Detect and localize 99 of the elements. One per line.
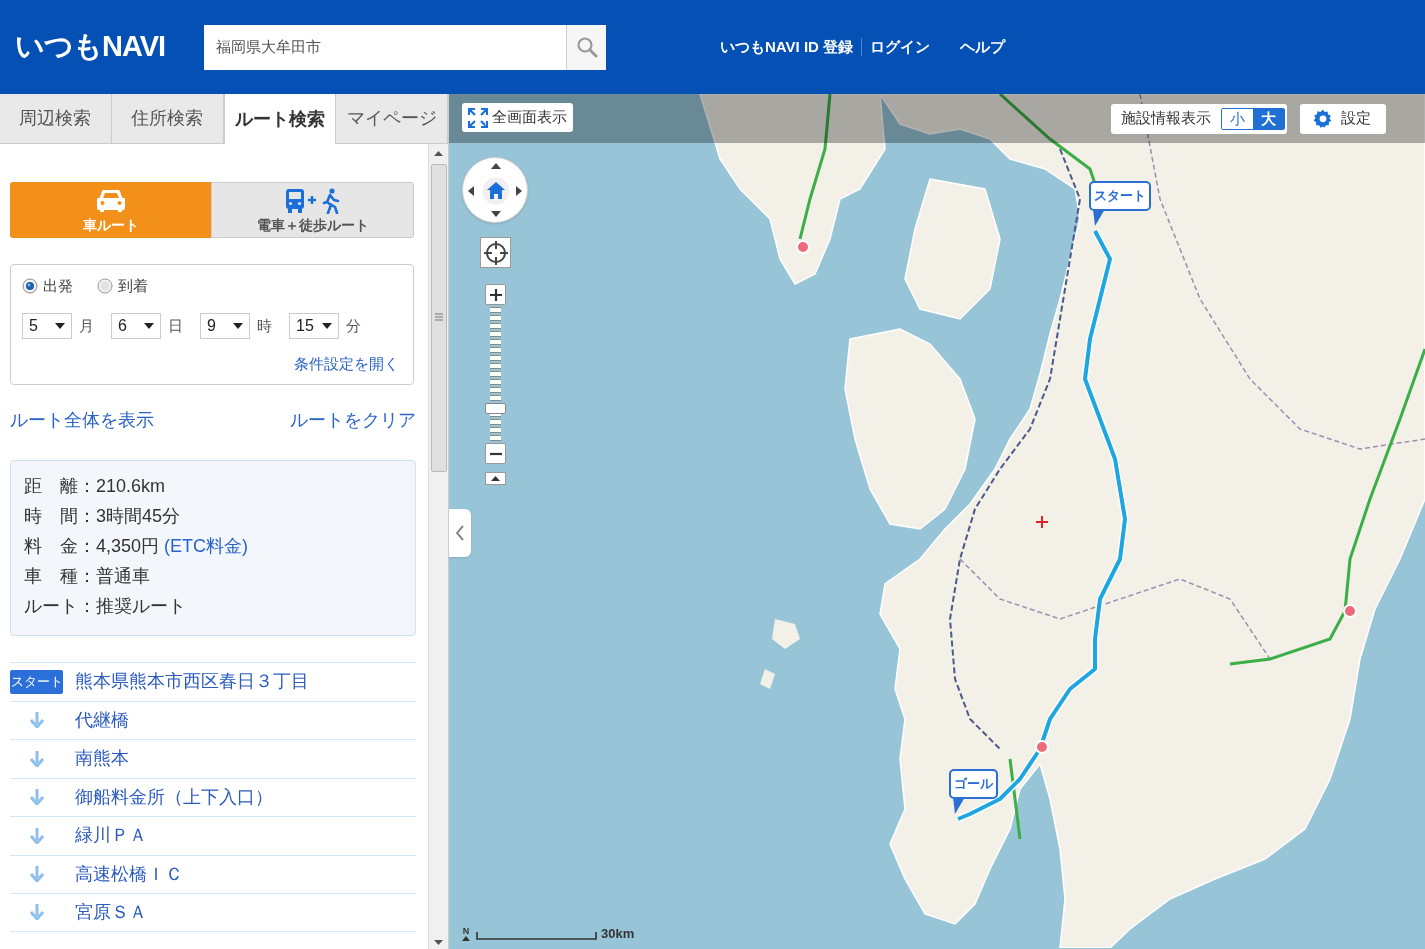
summary-label: 時 間： (24, 504, 96, 528)
settings-icon (1313, 108, 1333, 129)
chevron-left-icon (456, 525, 464, 541)
slider-thumb[interactable] (485, 403, 506, 415)
city-marker-icon (796, 240, 810, 254)
down-arrow-icon (29, 866, 44, 883)
fee-note: (ETC料金) (164, 534, 249, 558)
size-toggle[interactable]: 大 (1253, 108, 1284, 129)
bus-and-walker-icon (285, 187, 340, 214)
start-marker: スタート (1089, 181, 1151, 211)
route-point-link[interactable]: 緑川ＰＡ (75, 822, 147, 850)
summary-value: 210.6km (96, 474, 166, 498)
start-badge: スタート (10, 669, 63, 694)
caret-icon (55, 323, 65, 329)
down-arrow-icon[interactable] (491, 211, 501, 217)
route-point-link[interactable]: 高速松橋ＩＣ (75, 860, 183, 888)
unit-label: 時 (257, 315, 272, 336)
radio-label[interactable]: 到着 (118, 274, 148, 298)
north-label: N (462, 927, 470, 936)
down-arrow-icon (29, 827, 44, 844)
header-link[interactable]: ヘルプ (960, 38, 1006, 56)
facility-label: 施設情報表示 (1121, 108, 1211, 129)
route-point-link[interactable]: 南熊本 (75, 745, 129, 773)
route-point-link[interactable]: 御船料金所（上下入口） (75, 783, 273, 811)
home-icon[interactable] (482, 177, 510, 205)
marker-pointer-icon (1093, 209, 1105, 226)
tab[interactable]: 周辺検索 (0, 94, 112, 143)
select-field[interactable]: 9 (200, 313, 250, 339)
summary-label: 車 種： (24, 564, 96, 588)
route-point-link[interactable]: 代継橋 (75, 706, 129, 734)
tab[interactable]: 住所検索 (111, 94, 224, 143)
city-marker-icon (1343, 604, 1357, 618)
car-icon (96, 187, 125, 214)
route-action-link[interactable]: ルートをクリア (290, 409, 416, 431)
unit-label: 分 (346, 315, 361, 336)
up-triangle-icon (491, 476, 500, 481)
plus-icon (1036, 516, 1048, 528)
fullscreen-button[interactable]: 全画面表示 (462, 103, 573, 132)
marker-pointer-icon (953, 797, 965, 814)
route-action-link[interactable]: ルート全体を表示 (10, 409, 154, 431)
island-drawing (772, 619, 800, 649)
crosshair-icon (483, 240, 508, 265)
down-arrow-icon (29, 750, 44, 767)
city-marker-icon (1035, 740, 1049, 754)
map-view[interactable]: 全画面表示 施設情報表示 小 大 設定 スタート ゴール N 30km (449, 94, 1425, 949)
locate-button[interactable] (480, 237, 511, 268)
search-field[interactable]: 福岡県大牟田市 (204, 24, 566, 70)
logo[interactable]: いつもNAVI (15, 29, 166, 62)
scroll-down-icon[interactable] (434, 939, 443, 945)
unit-label: 日 (168, 315, 183, 336)
radio-button[interactable] (97, 278, 113, 294)
unit-label: 月 (79, 315, 94, 336)
summary-value: 4,350円 (96, 534, 160, 558)
scrollbar-thumb[interactable] (430, 164, 447, 472)
collapse-panel-tab[interactable] (449, 509, 471, 557)
route-mode-tab[interactable]: 電車＋徒歩ルート (211, 182, 414, 238)
scrollbar[interactable] (428, 144, 448, 949)
north-arrow-icon (462, 936, 470, 941)
grip-icon (434, 313, 443, 321)
select-field[interactable]: 15 (289, 313, 339, 339)
island-drawing (760, 669, 775, 689)
summary-value: 推奨ルート (96, 594, 186, 618)
open-conditions-link[interactable]: 条件設定を開く (294, 353, 399, 376)
radio-button[interactable] (22, 278, 38, 294)
up-arrow-icon[interactable] (491, 163, 501, 169)
caret-icon (233, 323, 243, 329)
tab[interactable]: ルート検索 (223, 94, 337, 144)
goal-marker: ゴール (949, 769, 998, 799)
left-arrow-icon[interactable] (468, 186, 474, 196)
scale-label: 30km (601, 927, 635, 941)
select-field[interactable]: 5 (22, 313, 72, 339)
right-arrow-icon[interactable] (516, 186, 522, 196)
header-link[interactable]: ログイン (862, 38, 931, 56)
zoom-in-button[interactable] (485, 284, 506, 305)
header-link[interactable]: いつもNAVI ID 登録 (720, 38, 863, 56)
caret-icon (144, 323, 154, 329)
select-field[interactable]: 6 (111, 313, 161, 339)
zoom-out-button[interactable] (485, 443, 506, 464)
route-point-link[interactable]: 熊本県熊本市西区春日３丁目 (75, 668, 309, 696)
summary-value: 3時間45分 (96, 504, 181, 528)
summary-label: 料 金： (24, 534, 96, 558)
down-arrow-icon (29, 789, 44, 806)
summary-label: 距 離： (24, 474, 96, 498)
scroll-up-icon[interactable] (434, 150, 443, 156)
summary-value: 普通車 (96, 564, 150, 588)
collapse-zoom-button[interactable] (485, 472, 506, 485)
caret-icon (322, 323, 332, 329)
plus-icon (489, 288, 502, 301)
route-point-link[interactable]: 宮原ＳＡ (75, 898, 147, 926)
tab[interactable]: マイページ (336, 94, 448, 143)
search-button[interactable] (566, 24, 606, 70)
radio-label[interactable]: 出発 (43, 274, 73, 298)
pan-control[interactable] (462, 157, 528, 223)
summary-label: ルート： (24, 594, 96, 618)
down-arrow-icon (29, 904, 44, 921)
down-arrow-icon (29, 712, 44, 729)
expand-icon (468, 107, 488, 128)
settings-button[interactable]: 設定 (1300, 103, 1386, 134)
search-icon (575, 36, 598, 58)
